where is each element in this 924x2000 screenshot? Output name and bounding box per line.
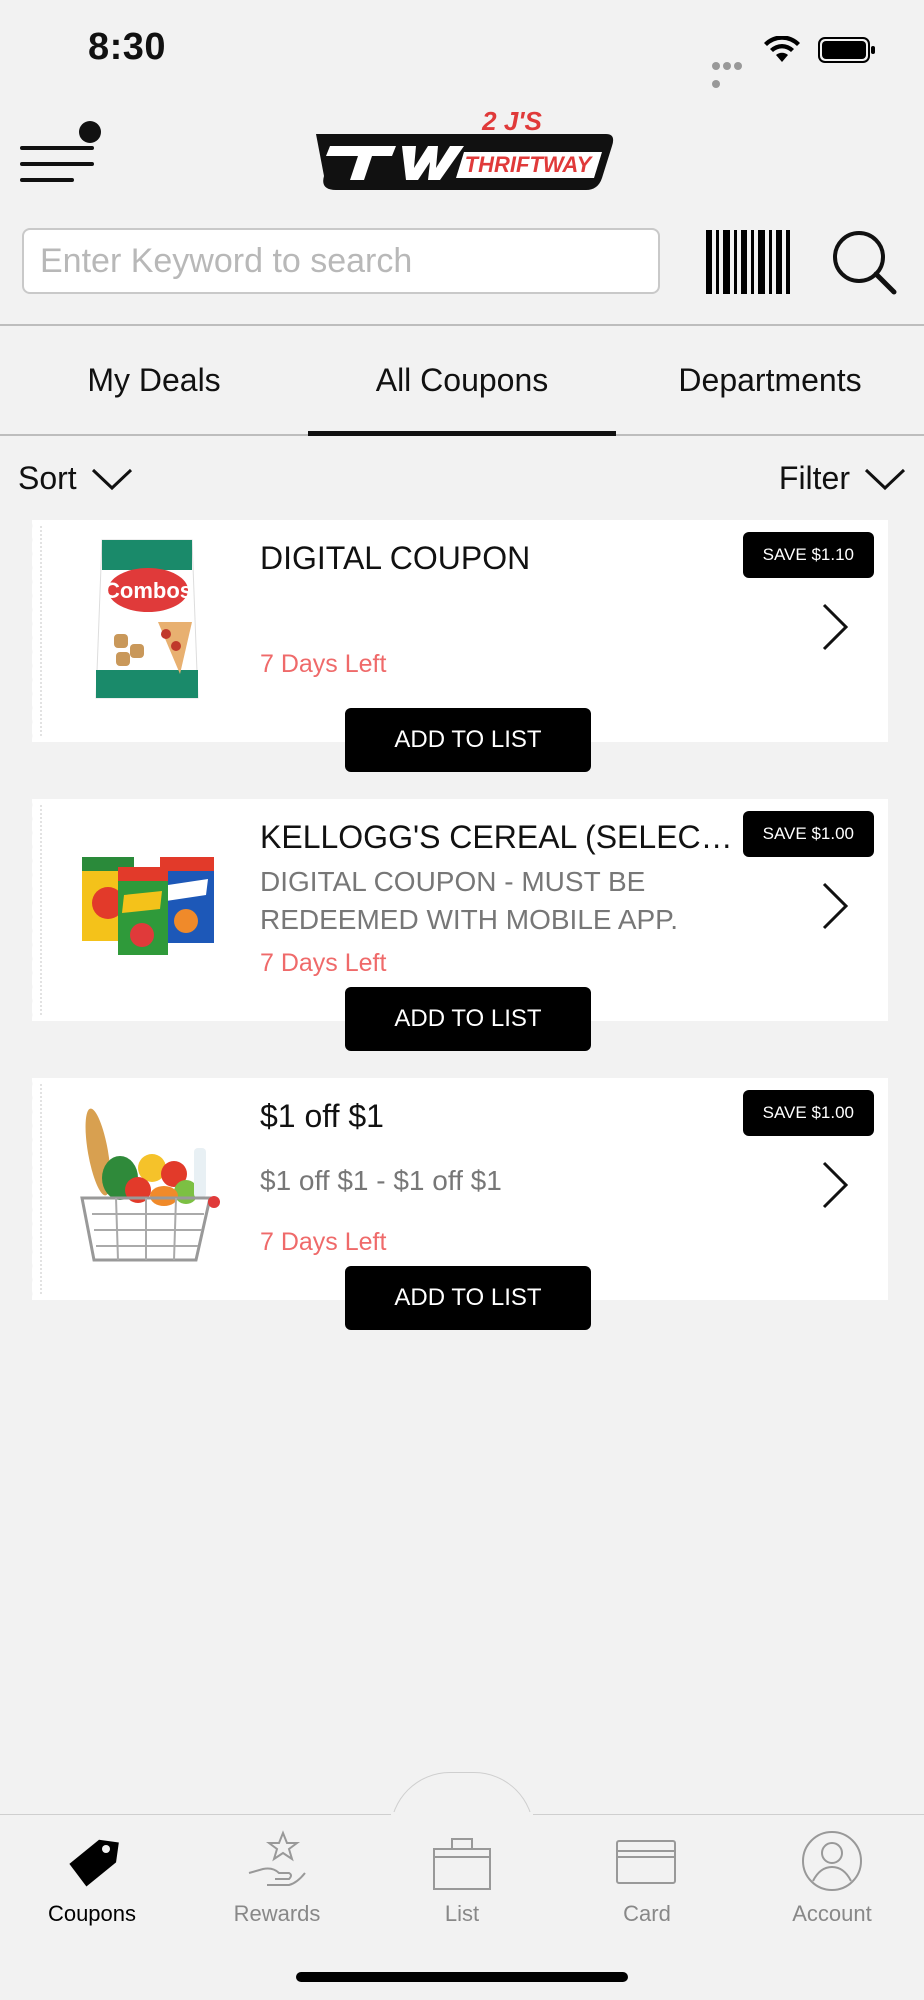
chevron-down-icon xyxy=(864,468,906,490)
chevron-right-icon[interactable] xyxy=(820,881,850,931)
nav-item-rewards[interactable]: Rewards xyxy=(185,1829,369,1939)
rewards-hand-star-icon xyxy=(248,1830,306,1886)
nav-item-account[interactable]: Account xyxy=(740,1829,924,1939)
add-to-list-button[interactable]: ADD TO LIST xyxy=(345,987,591,1051)
perforated-edge xyxy=(28,1078,40,1300)
shopping-bag-icon xyxy=(433,1838,491,1890)
logo-text-bottom: THRIFTWAY xyxy=(465,152,594,177)
coupon-days-left: 7 Days Left xyxy=(260,949,387,977)
tab-departments[interactable]: Departments xyxy=(616,326,924,434)
chevron-right-icon[interactable] xyxy=(820,1160,850,1210)
nav-item-card[interactable]: Card xyxy=(555,1829,739,1939)
card-icon xyxy=(616,1840,676,1884)
add-to-list-button[interactable]: ADD TO LIST xyxy=(345,708,591,772)
nav-item-list[interactable]: List xyxy=(370,1829,554,1939)
tab-bar: My Deals All Coupons Departments xyxy=(0,324,924,436)
barcode-scan-icon[interactable] xyxy=(704,228,792,296)
grocery-basket-image xyxy=(80,1108,220,1262)
perforated-edge xyxy=(28,799,40,1021)
home-indicator xyxy=(296,1972,628,1982)
nav-label-rewards: Rewards xyxy=(233,1901,321,1926)
search-icon[interactable] xyxy=(830,228,898,296)
nav-label-coupons: Coupons xyxy=(47,1901,137,1926)
nav-label-card: Card xyxy=(623,1901,671,1926)
perforated-edge xyxy=(28,520,40,742)
nav-label-list: List xyxy=(444,1901,480,1926)
search-input[interactable] xyxy=(22,228,660,294)
app-header: THRIFTWAY 2 J'S xyxy=(0,100,924,220)
wifi-icon xyxy=(764,36,800,62)
status-bar: 8:30 xyxy=(0,0,924,100)
combos-logo-text: Combos xyxy=(104,578,192,603)
search-row xyxy=(0,228,924,298)
coupon-title: DIGITAL COUPON xyxy=(260,540,531,576)
coupon-title: $1 off $1 xyxy=(260,1098,384,1134)
status-time: 8:30 xyxy=(88,26,167,68)
coupon-description: $1 off $1 - $1 off $1 xyxy=(260,1165,502,1196)
thriftway-logo: THRIFTWAY 2 J'S xyxy=(316,106,614,190)
coupon-days-left: 7 Days Left xyxy=(260,1228,387,1256)
sort-label: Sort xyxy=(18,460,77,496)
chevron-right-icon[interactable] xyxy=(820,602,850,652)
sort-filter-row: Sort Filter xyxy=(0,460,924,516)
account-icon xyxy=(802,1831,862,1891)
kelloggs-cereal-image xyxy=(82,857,214,955)
save-badge: SAVE $1.00 xyxy=(742,1090,874,1136)
sort-button[interactable]: Sort xyxy=(18,460,133,497)
combos-product-image: Combos xyxy=(95,539,199,699)
coupon-days-left: 7 Days Left xyxy=(260,650,387,678)
coupon-description: DIGITAL COUPON - MUST BE REDEEMED WITH M… xyxy=(260,866,679,935)
tag-icon xyxy=(69,1839,119,1887)
save-badge: SAVE $1.00 xyxy=(742,811,874,857)
coupon-title: KELLOGG'S CEREAL (SELECTED VARIETIES) xyxy=(260,819,736,855)
add-to-list-button[interactable]: ADD TO LIST xyxy=(345,1266,591,1330)
menu-icon[interactable] xyxy=(18,118,104,188)
tab-all-coupons[interactable]: All Coupons xyxy=(308,326,616,434)
signal-icon xyxy=(712,57,754,88)
active-tab-indicator xyxy=(308,431,616,436)
logo-text-top: 2 J'S xyxy=(481,106,542,136)
nav-item-coupons[interactable]: Coupons xyxy=(0,1829,184,1939)
filter-button[interactable]: Filter xyxy=(779,460,906,497)
nav-label-account: Account xyxy=(792,1901,872,1926)
battery-icon xyxy=(818,37,875,63)
chevron-down-icon xyxy=(91,468,132,490)
filter-label: Filter xyxy=(778,460,850,496)
save-badge: SAVE $1.10 xyxy=(742,532,874,578)
tab-my-deals[interactable]: My Deals xyxy=(0,326,308,434)
